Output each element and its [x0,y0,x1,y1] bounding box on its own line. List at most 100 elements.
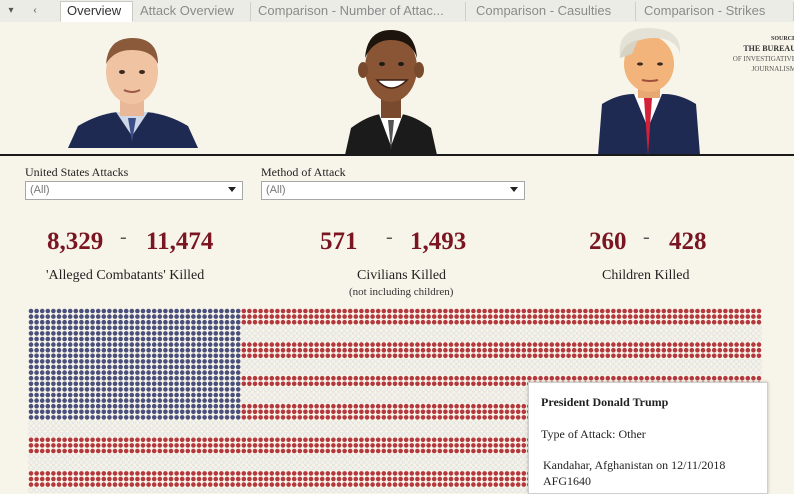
flag-dot[interactable] [549,370,555,376]
flag-dot[interactable] [151,420,157,426]
flag-dot[interactable] [224,409,230,415]
flag-dot[interactable] [331,437,336,443]
flag-dot[interactable] [650,336,656,342]
flag-dot[interactable] [308,308,314,314]
flag-dot[interactable] [230,420,236,426]
flag-dot[interactable] [202,459,208,465]
flag-dot[interactable] [577,358,583,364]
flag-dot[interactable] [431,487,437,493]
flag-dot[interactable] [330,358,336,364]
flag-dot[interactable] [381,409,387,415]
flag-dot[interactable] [291,403,297,409]
flag-dot[interactable] [319,386,325,392]
flag-dot[interactable] [622,325,628,331]
flag-dot[interactable] [706,308,711,314]
flag-dot[interactable] [28,342,34,347]
flag-dot[interactable] [431,426,437,432]
flag-dot[interactable] [28,471,34,476]
flag-dot[interactable] [644,325,650,331]
flag-dot[interactable] [73,387,79,392]
flag-dot[interactable] [661,319,667,325]
flag-dot[interactable] [196,482,202,487]
flag-dot[interactable] [308,336,314,342]
flag-dot[interactable] [448,353,454,359]
flag-dot[interactable] [140,415,146,420]
flag-dot[interactable] [235,443,241,448]
flag-dot[interactable] [230,375,235,381]
flag-dot[interactable] [275,448,280,454]
flag-dot[interactable] [426,392,432,398]
flag-dot[interactable] [392,370,398,376]
flag-dot[interactable] [342,370,348,376]
flag-dot[interactable] [510,420,516,426]
flag-dot[interactable] [722,330,728,336]
flag-dot[interactable] [179,347,185,353]
flag-dot[interactable] [314,403,319,409]
flag-dot[interactable] [431,358,437,364]
flag-dot[interactable] [157,387,163,392]
flag-dot[interactable] [202,347,207,353]
flag-dot[interactable] [241,426,247,432]
flag-dot[interactable] [571,330,577,336]
flag-dot[interactable] [465,471,471,476]
flag-dot[interactable] [79,381,84,387]
flag-dot[interactable] [706,370,712,376]
flag-dot[interactable] [78,420,84,426]
flag-dot[interactable] [465,431,471,437]
flag-dot[interactable] [470,370,476,376]
flag-dot[interactable] [454,403,459,409]
flag-dot[interactable] [275,403,280,409]
flag-dot[interactable] [291,482,297,487]
flag-dot[interactable] [79,314,84,319]
flag-dot[interactable] [678,330,684,336]
flag-dot[interactable] [364,347,370,353]
flag-dot[interactable] [146,347,151,353]
flag-dot[interactable] [750,325,756,331]
flag-dot[interactable] [275,347,280,353]
flag-dot[interactable] [297,454,303,460]
flag-dot[interactable] [420,319,426,325]
flag-dot[interactable] [163,336,168,342]
flag-dot[interactable] [605,325,611,331]
flag-dot[interactable] [364,330,370,336]
flag-dot[interactable] [734,347,739,353]
flag-dot[interactable] [347,392,353,398]
flag-dot[interactable] [644,319,650,325]
flag-dot[interactable] [107,347,112,353]
flag-dot[interactable] [146,482,151,487]
flag-dot[interactable] [532,353,538,359]
flag-dot[interactable] [420,392,426,398]
flag-dot[interactable] [146,314,151,319]
flag-dot[interactable] [62,403,67,409]
flag-dot[interactable] [482,415,487,420]
flag-dot[interactable] [521,426,527,432]
flag-dot[interactable] [90,448,95,454]
flag-dot[interactable] [213,353,219,359]
flag-dot[interactable] [375,476,381,482]
flag-dot[interactable] [135,409,140,415]
flag-dot[interactable] [314,415,319,420]
flag-dot[interactable] [73,403,79,409]
flag-dot[interactable] [241,465,247,471]
flag-dot[interactable] [146,437,151,443]
flag-dot[interactable] [258,342,263,347]
flag-dot[interactable] [756,364,762,370]
flag-dot[interactable] [734,375,739,381]
flag-dot[interactable] [90,487,96,493]
flag-dot[interactable] [140,398,146,403]
flag-dot[interactable] [151,454,157,460]
flag-dot[interactable] [403,336,409,342]
flag-dot[interactable] [196,364,202,370]
flag-dot[interactable] [73,392,79,398]
flag-dot[interactable] [112,420,118,426]
flag-dot[interactable] [118,387,123,392]
flag-dot[interactable] [442,426,448,432]
flag-dot[interactable] [370,375,375,381]
flag-dot[interactable] [230,370,235,375]
flag-dot[interactable] [370,330,376,336]
flag-dot[interactable] [577,308,583,314]
flag-dot[interactable] [101,387,107,392]
flag-dot[interactable] [252,415,258,420]
flag-dot[interactable] [616,319,622,325]
flag-dot[interactable] [252,398,258,404]
